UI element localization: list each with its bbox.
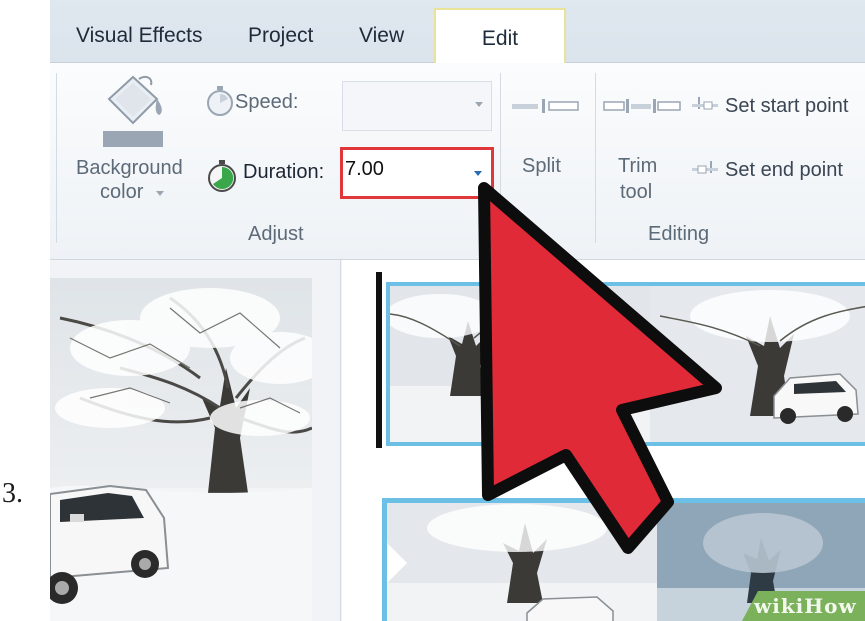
playhead[interactable]	[376, 272, 382, 448]
background-color-label-2: color	[100, 181, 144, 203]
duration-label: Duration:	[243, 161, 325, 183]
set-end-point-label: Set end point	[725, 159, 843, 181]
chevron-down-icon	[474, 171, 482, 176]
tab-view[interactable]: View	[359, 24, 404, 48]
ribbon-separator	[595, 73, 596, 243]
preview-image	[50, 278, 312, 621]
video-preview[interactable]	[50, 278, 312, 621]
paint-bucket-icon	[103, 75, 163, 147]
chevron-down-icon	[156, 191, 164, 196]
adjust-group-label: Adjust	[248, 223, 304, 245]
split-icon	[512, 99, 579, 113]
storyboard-clip[interactable]	[386, 282, 865, 446]
split-label: Split	[522, 155, 561, 177]
tab-project[interactable]: Project	[248, 24, 313, 48]
trim-tool-label: Trim	[618, 155, 658, 177]
watermark-text: wikiHow	[754, 594, 857, 618]
editing-group-label: Editing	[648, 223, 710, 245]
set-end-point-icon	[692, 161, 718, 174]
panel-divider[interactable]	[340, 260, 341, 621]
speed-label: Speed:	[235, 91, 299, 113]
chevron-down-icon	[475, 102, 483, 107]
tab-visual-effects[interactable]: Visual Effects	[76, 24, 202, 48]
ribbon-edit-panel: Background color Speed: Duration: 7.00 A…	[50, 63, 865, 260]
background-color-button[interactable]: Background color	[70, 69, 200, 209]
background-color-label: Background	[76, 157, 183, 179]
ribbon-separator	[500, 73, 501, 243]
ribbon-tab-bar: Visual Effects Project View Edit	[50, 0, 865, 66]
tab-edit[interactable]: Edit	[434, 8, 566, 66]
movie-maker-window: Visual Effects Project View Edit Backgro…	[50, 0, 865, 621]
duration-value[interactable]: 7.00	[345, 158, 384, 181]
clip-thumbnail	[390, 286, 865, 442]
step-number: 3.	[2, 478, 23, 509]
trim-tool-icon	[603, 99, 681, 113]
tab-edit-label: Edit	[481, 27, 519, 50]
set-end-point-button[interactable]: Set end point	[690, 155, 865, 191]
ribbon-separator	[56, 73, 57, 243]
set-start-point-label: Set start point	[725, 95, 849, 117]
stopwatch-icon	[207, 86, 233, 116]
trim-tool-button[interactable]: Trim tool	[598, 93, 688, 213]
set-start-point-icon	[692, 97, 718, 110]
duration-dropdown[interactable]: 7.00	[340, 147, 494, 199]
stopwatch-icon	[208, 160, 236, 192]
speed-dropdown[interactable]	[342, 81, 492, 131]
set-start-point-button[interactable]: Set start point	[690, 91, 865, 127]
split-button[interactable]: Split	[506, 93, 586, 193]
trim-tool-label-2: tool	[620, 181, 653, 203]
